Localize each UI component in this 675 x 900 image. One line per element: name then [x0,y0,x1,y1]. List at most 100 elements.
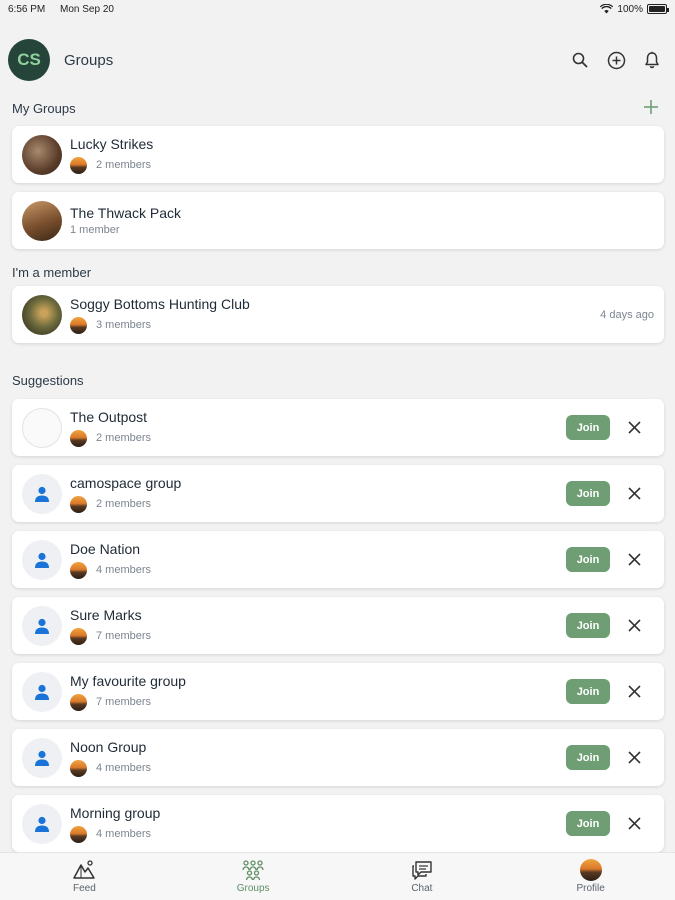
group-avatar [22,200,62,241]
group-name: Noon Group [70,738,147,755]
member-avatar [70,627,87,645]
join-button[interactable]: Join [566,613,610,638]
group-name: My favourite group [70,672,186,689]
page-title: Groups [64,51,114,69]
group-meta: 2 members [70,495,566,513]
suggestion-card[interactable]: Doe Nation 4 members Join [12,531,664,588]
join-button[interactable]: Join [566,547,610,572]
group-avatar [22,407,62,448]
tab-label: Chat [411,883,433,894]
close-icon [627,619,641,632]
close-icon [627,421,641,434]
chat-icon [412,861,432,880]
member-avatar [70,561,87,579]
dismiss-button[interactable] [622,746,646,770]
member-count: 1 member [70,224,120,236]
profile-avatar [579,859,602,881]
person-icon [35,486,49,502]
member-count: 3 members [96,319,152,331]
group-meta: 4 members [70,759,566,777]
member-groups-header: I'm a member [12,258,664,286]
join-button[interactable]: Join [566,745,610,770]
dismiss-button[interactable] [622,548,646,572]
status-left: 6:56 PM Mon Sep 20 [8,4,126,15]
join-button[interactable]: Join [566,415,610,440]
close-icon [627,751,641,764]
close-icon [627,553,641,566]
battery-percent: 100% [617,3,643,15]
person-icon [35,684,49,700]
group-info: Lucky Strikes 2 members [70,136,654,174]
battery-fill [649,6,665,12]
group-info: Soggy Bottoms Hunting Club 3 members [70,296,600,334]
app-header: CS Groups [8,38,663,82]
search-icon [572,52,588,68]
wifi-icon [600,4,614,14]
group-name: Morning group [70,804,161,821]
suggestion-card[interactable]: Morning group 4 members Join [12,795,664,852]
group-meta: 7 members [70,627,566,645]
group-info: Noon Group 4 members [70,739,566,777]
member-count: 4 members [96,828,152,840]
status-bar: 6:56 PM Mon Sep 20 100% [0,0,675,18]
dismiss-button[interactable] [622,614,646,638]
tab-feed[interactable]: Feed [0,853,169,900]
group-name: The Outpost [70,408,148,425]
close-icon [627,685,641,698]
dismiss-button[interactable] [622,812,646,836]
join-button[interactable]: Join [566,811,610,836]
group-name: camospace group [70,474,182,491]
create-button[interactable] [605,49,627,71]
member-avatar [70,429,87,447]
group-info: My favourite group 7 members [70,673,566,711]
suggestion-card[interactable]: Sure Marks 7 members Join [12,597,664,654]
close-icon [627,817,641,830]
group-meta: 2 members [70,156,654,174]
group-card-thwack-pack[interactable]: The Thwack Pack 1 member [12,192,664,249]
suggestion-card[interactable]: Noon Group 4 members Join [12,729,664,786]
join-button[interactable]: Join [566,679,610,704]
member-avatar [70,316,87,334]
suggestion-card[interactable]: camospace group 2 members Join [12,465,664,522]
status-time: 6:56 PM [8,3,46,15]
member-count: 7 members [96,696,152,708]
suggestion-card[interactable]: My favourite group 7 members Join [12,663,664,720]
join-button[interactable]: Join [566,481,610,506]
add-group-button[interactable] [644,99,658,117]
group-meta: 2 members [70,429,566,447]
group-info: The Thwack Pack 1 member [70,205,654,236]
group-avatar [22,605,62,646]
group-avatar [22,473,62,514]
tab-label: Groups [236,883,270,894]
plus-circle-icon [607,51,625,69]
suggestions-header: Suggestions [12,361,664,399]
group-card-lucky-strikes[interactable]: Lucky Strikes 2 members [12,126,664,183]
search-button[interactable] [569,49,591,71]
person-icon [35,750,49,766]
person-icon [35,552,49,568]
group-meta: 3 members [70,316,600,334]
person-icon [35,618,49,634]
notifications-button[interactable] [641,49,663,71]
dismiss-button[interactable] [622,416,646,440]
group-card-soggy-bottoms[interactable]: Soggy Bottoms Hunting Club 3 members 4 d… [12,286,664,343]
member-count: 4 members [96,564,152,576]
group-meta: 4 members [70,561,566,579]
tab-chat[interactable]: Chat [338,853,507,900]
app-logo[interactable]: CS [8,39,50,81]
member-groups-title: I'm a member [12,264,92,280]
group-meta: 7 members [70,693,566,711]
tab-groups[interactable]: Groups [169,853,338,900]
tab-profile[interactable]: Profile [506,853,675,900]
bell-icon [645,51,659,69]
last-activity-time: 4 days ago [600,308,654,321]
member-count: 2 members [96,498,152,510]
dismiss-button[interactable] [622,680,646,704]
group-avatar [22,671,62,712]
member-count: 2 members [96,432,152,444]
tab-label: Profile [576,883,605,894]
dismiss-button[interactable] [622,482,646,506]
status-right: 100% [600,3,669,15]
plus-icon [644,99,658,114]
suggestion-card[interactable]: The Outpost 2 members Join [12,399,664,456]
